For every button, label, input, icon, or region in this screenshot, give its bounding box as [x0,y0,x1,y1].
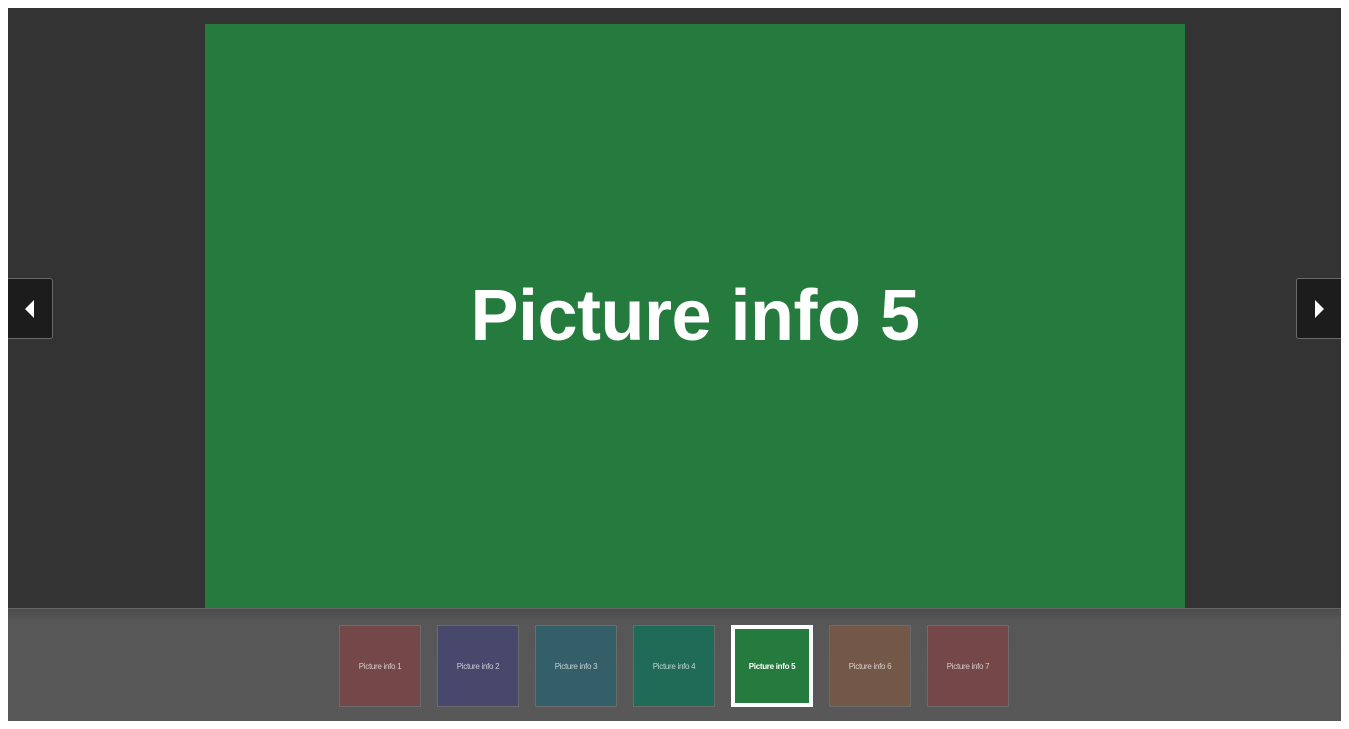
thumbnail-2[interactable]: Picture info 2 [437,625,519,707]
thumbnail-label: Picture info 2 [456,661,500,671]
thumbnail-7[interactable]: Picture info 7 [927,625,1009,707]
thumbnail-list: Picture info 1 Picture info 2 Picture in… [339,625,1009,707]
thumbnail-4[interactable]: Picture info 4 [633,625,715,707]
thumbnail-1[interactable]: Picture info 1 [339,625,421,707]
thumbnail-label: Picture info 1 [358,661,402,671]
main-image: Picture info 5 [205,24,1185,608]
thumbnail-5[interactable]: Picture info 5 [731,625,813,707]
thumbnail-label: Picture info 3 [554,661,598,671]
triangle-right-icon [1315,299,1324,318]
thumbnail-label: Picture info 6 [848,661,892,671]
previous-button[interactable] [8,278,53,339]
thumbnail-bar: Picture info 1 Picture info 2 Picture in… [8,608,1341,721]
thumbnail-3[interactable]: Picture info 3 [535,625,617,707]
triangle-left-icon [25,299,34,318]
thumbnail-label: Picture info 5 [748,661,796,671]
thumbnail-6[interactable]: Picture info 6 [829,625,911,707]
thumbnail-label: Picture info 7 [946,661,990,671]
gallery-stage: Picture info 5 [8,8,1341,608]
gallery: Picture info 5 Picture info 1 Picture in… [8,8,1341,721]
thumbnail-label: Picture info 4 [652,661,696,671]
next-button[interactable] [1296,278,1341,339]
main-caption: Picture info 5 [470,276,920,356]
